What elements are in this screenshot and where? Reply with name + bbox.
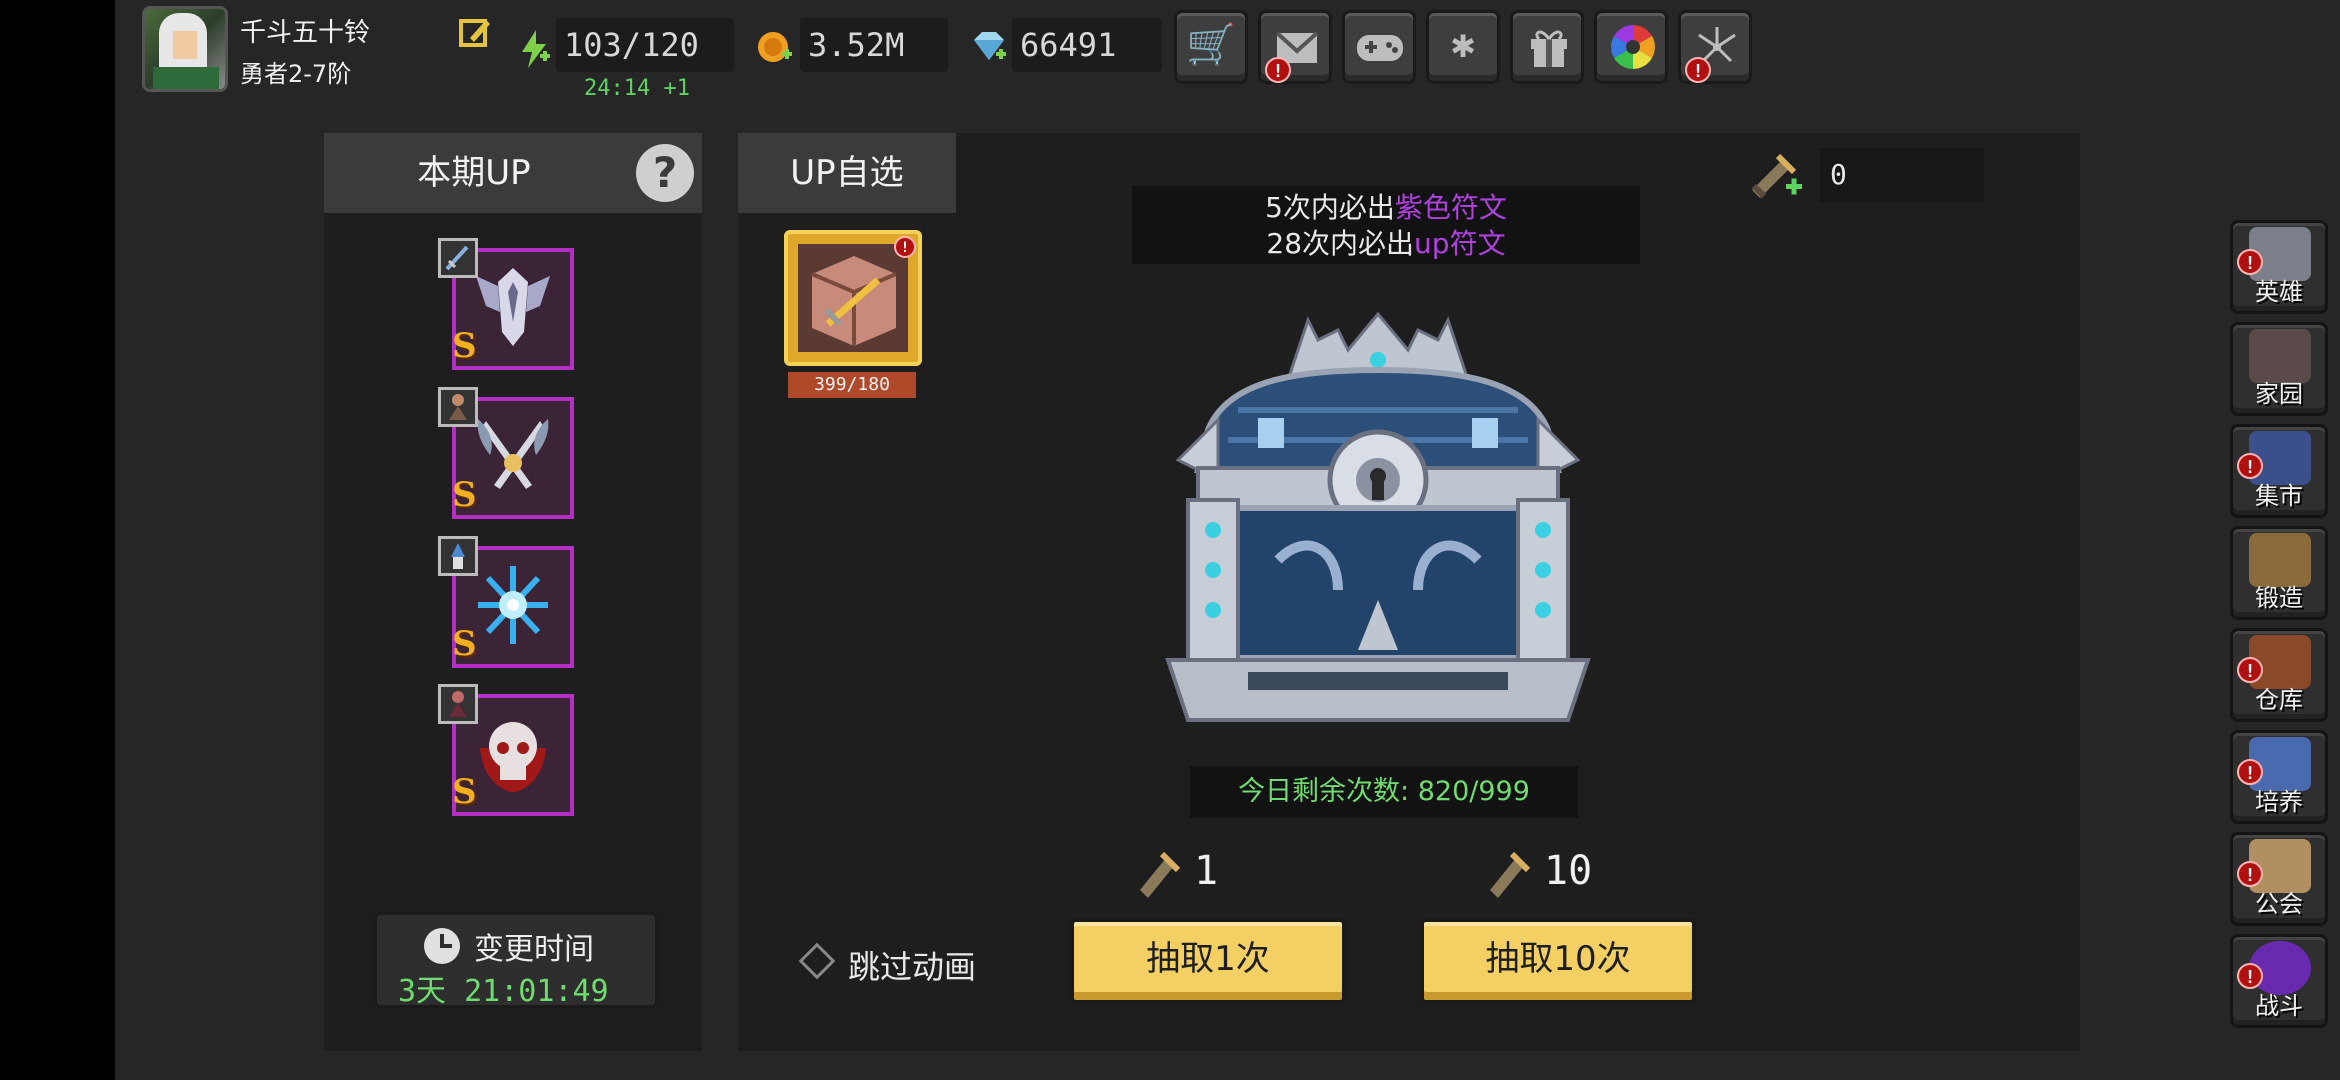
rune-grade: S xyxy=(452,326,477,366)
winged-armor-icon xyxy=(476,268,550,346)
color-wheel-icon xyxy=(1611,25,1655,69)
skip-animation-label[interactable]: 跳过动画 xyxy=(848,942,976,988)
stamina-timer: 24:14 +1 xyxy=(584,76,690,101)
pity-notice: 5次内必出紫色符文 28次内必出up符文 xyxy=(1132,186,1640,264)
draw10-cost: 10 xyxy=(1544,848,1593,894)
shop-button[interactable]: 🛒 xyxy=(1174,10,1248,84)
sidebar-item-label: 公会 xyxy=(2255,890,2303,918)
stamina-value: 103/120 xyxy=(556,18,734,72)
sidebar-item-home[interactable]: 家园 xyxy=(2230,322,2328,416)
crossed-blades-icon xyxy=(477,419,549,489)
sidebar-item-label: 家园 xyxy=(2255,380,2303,408)
tab-up-select[interactable]: UP自选 xyxy=(738,133,956,213)
sidebar-item-battle[interactable]: ! 战斗 xyxy=(2230,934,2328,1028)
mail-button[interactable]: ! xyxy=(1258,10,1332,84)
selected-rune-progress: 399/180 xyxy=(788,372,916,398)
pity-line1-highlight: 紫色符文 xyxy=(1394,191,1507,224)
settings-button[interactable]: ✱ xyxy=(1426,10,1500,84)
fireworks-button[interactable]: ! xyxy=(1678,10,1752,84)
draw-10-button[interactable]: 抽取10次 xyxy=(1420,918,1696,1004)
rune-grade: S xyxy=(452,475,477,515)
summon-scroll-add-icon[interactable] xyxy=(1748,150,1804,200)
sidebar-item-warehouse[interactable]: ! 仓库 xyxy=(2230,628,2328,722)
up-pool-title: 本期UP xyxy=(417,153,531,193)
player-avatar[interactable] xyxy=(142,6,228,92)
sidebar-item-market[interactable]: ! 集市 xyxy=(2230,424,2328,518)
sidebar-item-label: 集市 xyxy=(2255,482,2303,510)
change-time-countdown: 3天 21:01:49 xyxy=(398,974,609,1009)
scroll-icon xyxy=(1490,851,1531,898)
pity-line2-highlight: up符文 xyxy=(1414,227,1506,260)
edit-name-icon[interactable] xyxy=(458,16,492,50)
hero-mage-icon xyxy=(438,536,478,576)
sidebar-item-hero[interactable]: ! 英雄 xyxy=(2230,220,2328,314)
gacha-wheel-button[interactable] xyxy=(1594,10,1668,84)
ice-star-icon xyxy=(478,566,548,644)
rune-cube-icon xyxy=(811,256,897,346)
gem-value: 66491 xyxy=(1012,18,1162,72)
screen-left-margin xyxy=(0,0,115,1080)
hero-dark-icon xyxy=(438,684,478,724)
change-time-label: 变更时间 xyxy=(474,932,594,967)
gold-coin-icon[interactable] xyxy=(756,28,794,66)
gift-icon xyxy=(1531,30,1567,67)
summon-scroll-count: 0 xyxy=(1820,148,1984,202)
pity-line2-text: 28次内必出 xyxy=(1266,227,1415,260)
sidebar-item-label: 锻造 xyxy=(2255,584,2303,612)
hero-rogue-icon xyxy=(438,387,478,427)
gamepad-icon xyxy=(1357,35,1403,61)
gamepad-button[interactable] xyxy=(1342,10,1416,84)
sidebar-item-label: 战斗 xyxy=(2255,992,2303,1020)
treasure-chest-image xyxy=(1165,311,1591,722)
sidebar-item-label: 仓库 xyxy=(2255,686,2303,714)
help-icon[interactable]: ? xyxy=(636,144,694,202)
cart-icon: 🛒 xyxy=(1186,22,1236,68)
gift-button[interactable] xyxy=(1510,10,1584,84)
scroll-icon xyxy=(1140,851,1181,898)
hero-sword-icon xyxy=(438,238,478,278)
sidebar-item-label: 培养 xyxy=(2255,788,2303,816)
player-name: 千斗五十铃 xyxy=(240,18,371,48)
pity-line1-text: 5次内必出 xyxy=(1265,191,1395,224)
sidebar-item-forge[interactable]: 锻造 xyxy=(2230,526,2328,620)
sidebar-item-guild[interactable]: ! 公会 xyxy=(2230,832,2328,926)
gem-icon[interactable] xyxy=(970,30,1008,64)
skull-icon xyxy=(480,722,546,792)
draw1-cost: 1 xyxy=(1194,848,1219,894)
daily-remaining-draws: 今日剩余次数: 820/999 xyxy=(1190,766,1578,818)
gold-value: 3.52M xyxy=(800,18,948,72)
sidebar-item-train[interactable]: ! 培养 xyxy=(2230,730,2328,824)
selected-rune-card[interactable]: ! xyxy=(784,230,922,366)
draw-1-button[interactable]: 抽取1次 xyxy=(1070,918,1346,1004)
rune-grade: S xyxy=(452,772,477,812)
player-rank: 勇者2-7阶 xyxy=(240,60,352,88)
clock-icon xyxy=(424,928,460,964)
gear-icon: ✱ xyxy=(1450,21,1476,67)
sidebar-item-label: 英雄 xyxy=(2255,278,2303,306)
stamina-icon xyxy=(522,30,550,68)
rune-grade: S xyxy=(452,624,477,664)
